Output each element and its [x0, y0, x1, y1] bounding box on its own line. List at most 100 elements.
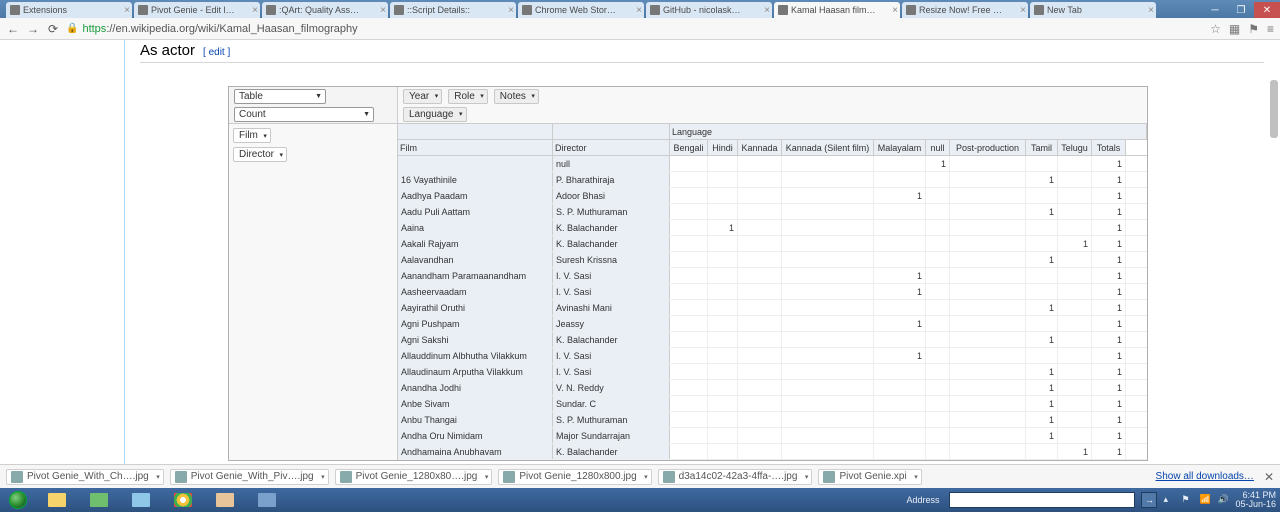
cell-value	[950, 348, 1026, 363]
row-field-chip[interactable]: Director▾	[233, 147, 287, 162]
url-rest: ://en.wikipedia.org/wiki/Kamal_Haasan_fi…	[106, 23, 357, 35]
tray-volume-icon[interactable]: 🔊	[1217, 494, 1229, 506]
tab-close-icon[interactable]: ×	[1148, 5, 1154, 16]
tab-close-icon[interactable]: ×	[764, 5, 770, 16]
tab-title: ::Script Details::	[407, 5, 470, 15]
file-icon	[503, 471, 515, 483]
cell-value	[1058, 380, 1092, 395]
aggregator-select[interactable]: Count▼	[234, 107, 374, 122]
cell-value	[1058, 348, 1092, 363]
bookmark-star-icon[interactable]: ☆	[1210, 22, 1221, 36]
browser-tab[interactable]: GitHub - nicolask…×	[646, 2, 772, 18]
tab-close-icon[interactable]: ×	[508, 5, 514, 16]
browser-toolbar: ← → ⟳ 🔒 https://en.wikipedia.org/wiki/Ka…	[0, 18, 1280, 40]
render-type-select[interactable]: Table▼	[234, 89, 326, 104]
chevron-down-icon[interactable]: ▾	[644, 473, 648, 481]
cell-value	[782, 380, 874, 395]
download-item[interactable]: d3a14c02-42a3-4ffa-….jpg▾	[658, 469, 813, 485]
tab-title: Kamal Haasan film…	[791, 5, 876, 15]
tab-close-icon[interactable]: ×	[252, 5, 258, 16]
extension-icon[interactable]: ▦	[1229, 22, 1240, 36]
column-dimension-chip[interactable]: Language▾	[403, 107, 467, 122]
cell-value	[708, 364, 738, 379]
tab-close-icon[interactable]: ×	[636, 5, 642, 16]
download-item[interactable]: Pivot Genie_1280x800.jpg▾	[498, 469, 651, 485]
page-scrollbar-thumb[interactable]	[1270, 80, 1278, 138]
cell-value: 1	[1026, 204, 1058, 219]
cell-value	[926, 380, 950, 395]
taskbar-pin-explorer[interactable]	[37, 489, 77, 511]
cell-value	[782, 156, 874, 171]
browser-tab[interactable]: :QArt: Quality Ass…×	[262, 2, 388, 18]
row-field-chip[interactable]: Film▾	[233, 128, 271, 143]
cell-value: 1	[1092, 428, 1126, 443]
chevron-down-icon[interactable]: ▾	[156, 473, 160, 481]
tray-chevron-icon[interactable]: ▴	[1163, 494, 1175, 506]
cell-value	[950, 428, 1026, 443]
show-all-downloads-link[interactable]: Show all downloads…	[1156, 471, 1254, 482]
cell-value: 1	[708, 220, 738, 235]
unused-attr-chip[interactable]: Role▾	[448, 89, 488, 104]
tab-close-icon[interactable]: ×	[892, 5, 898, 16]
download-item[interactable]: Pivot Genie_With_Ch….jpg▾	[6, 469, 164, 485]
tray-clock[interactable]: 6:41 PM 05-Jun-16	[1235, 491, 1276, 509]
table-row: Aanandham ParamaanandhamI. V. Sasi11	[398, 268, 1147, 284]
chevron-down-icon[interactable]: ▾	[485, 473, 489, 481]
unused-attr-chip[interactable]: Notes▾	[494, 89, 539, 104]
tray-flag-icon[interactable]: ⚑	[1181, 494, 1193, 506]
address-bar[interactable]: 🔒 https://en.wikipedia.org/wiki/Kamal_Ha…	[66, 23, 1204, 35]
deskband-address-input[interactable]	[949, 492, 1135, 508]
download-item[interactable]: Pivot Genie_1280x80….jpg▾	[335, 469, 493, 485]
cell-value	[926, 188, 950, 203]
tab-title: Extensions	[23, 5, 67, 15]
browser-tab[interactable]: Kamal Haasan film… ×	[774, 2, 900, 18]
cell-value	[670, 188, 708, 203]
taskbar-pin-app-2[interactable]	[121, 489, 161, 511]
cell-value	[950, 204, 1026, 219]
tab-close-icon[interactable]: ×	[1020, 5, 1026, 16]
cell-value	[874, 396, 926, 411]
chevron-down-icon[interactable]: ▾	[914, 473, 918, 481]
menu-icon[interactable]: ≡	[1267, 22, 1274, 36]
cell-value	[926, 348, 950, 363]
cell-value	[1026, 316, 1058, 331]
taskbar-pin-app-3[interactable]	[247, 489, 287, 511]
cell-value	[782, 396, 874, 411]
page-content: As actor [ edit ] Table▼ Count▼ Year▾Rol…	[0, 40, 1280, 464]
browser-tab[interactable]: Pivot Genie - Edit l…×	[134, 2, 260, 18]
cell-value	[1026, 444, 1058, 459]
minimize-button[interactable]: ─	[1202, 2, 1228, 18]
taskbar-pin-chrome[interactable]	[163, 489, 203, 511]
deskband-go-button[interactable]: →	[1141, 492, 1157, 508]
cell-value	[670, 332, 708, 347]
maximize-button[interactable]: ❐	[1228, 2, 1254, 18]
table-row: null11	[398, 156, 1147, 172]
table-row: Andhamaina AnubhavamK. Balachander11	[398, 444, 1147, 460]
download-item[interactable]: Pivot Genie.xpi▾	[818, 469, 921, 485]
cell-value: 1	[1026, 412, 1058, 427]
cell-value	[950, 188, 1026, 203]
close-downloads-shelf-button[interactable]: ✕	[1264, 470, 1274, 484]
tab-close-icon[interactable]: ×	[380, 5, 386, 16]
browser-tab[interactable]: ::Script Details::×	[390, 2, 516, 18]
tray-network-icon[interactable]: 📶	[1199, 494, 1211, 506]
section-edit-link[interactable]: [ edit ]	[203, 47, 230, 58]
reload-button[interactable]: ⟳	[46, 22, 60, 36]
extension-icon-2[interactable]: ⚑	[1248, 22, 1259, 36]
browser-tab[interactable]: Resize Now! Free …×	[902, 2, 1028, 18]
chevron-down-icon[interactable]: ▾	[321, 473, 325, 481]
browser-tab[interactable]: Chrome Web Stor…×	[518, 2, 644, 18]
start-button[interactable]	[0, 488, 36, 512]
download-item[interactable]: Pivot Genie_With_Piv….jpg▾	[170, 469, 329, 485]
browser-tab[interactable]: Extensions ×	[6, 2, 132, 18]
cell-value	[926, 252, 950, 267]
forward-button[interactable]: →	[26, 22, 40, 36]
browser-tab[interactable]: New Tab×	[1030, 2, 1156, 18]
taskbar-pin-paint[interactable]	[205, 489, 245, 511]
back-button[interactable]: ←	[6, 22, 20, 36]
close-window-button[interactable]: ✕	[1254, 2, 1280, 18]
unused-attr-chip[interactable]: Year▾	[403, 89, 442, 104]
taskbar-pin-app-1[interactable]	[79, 489, 119, 511]
tab-close-icon[interactable]: ×	[124, 5, 130, 16]
chevron-down-icon[interactable]: ▾	[805, 473, 809, 481]
